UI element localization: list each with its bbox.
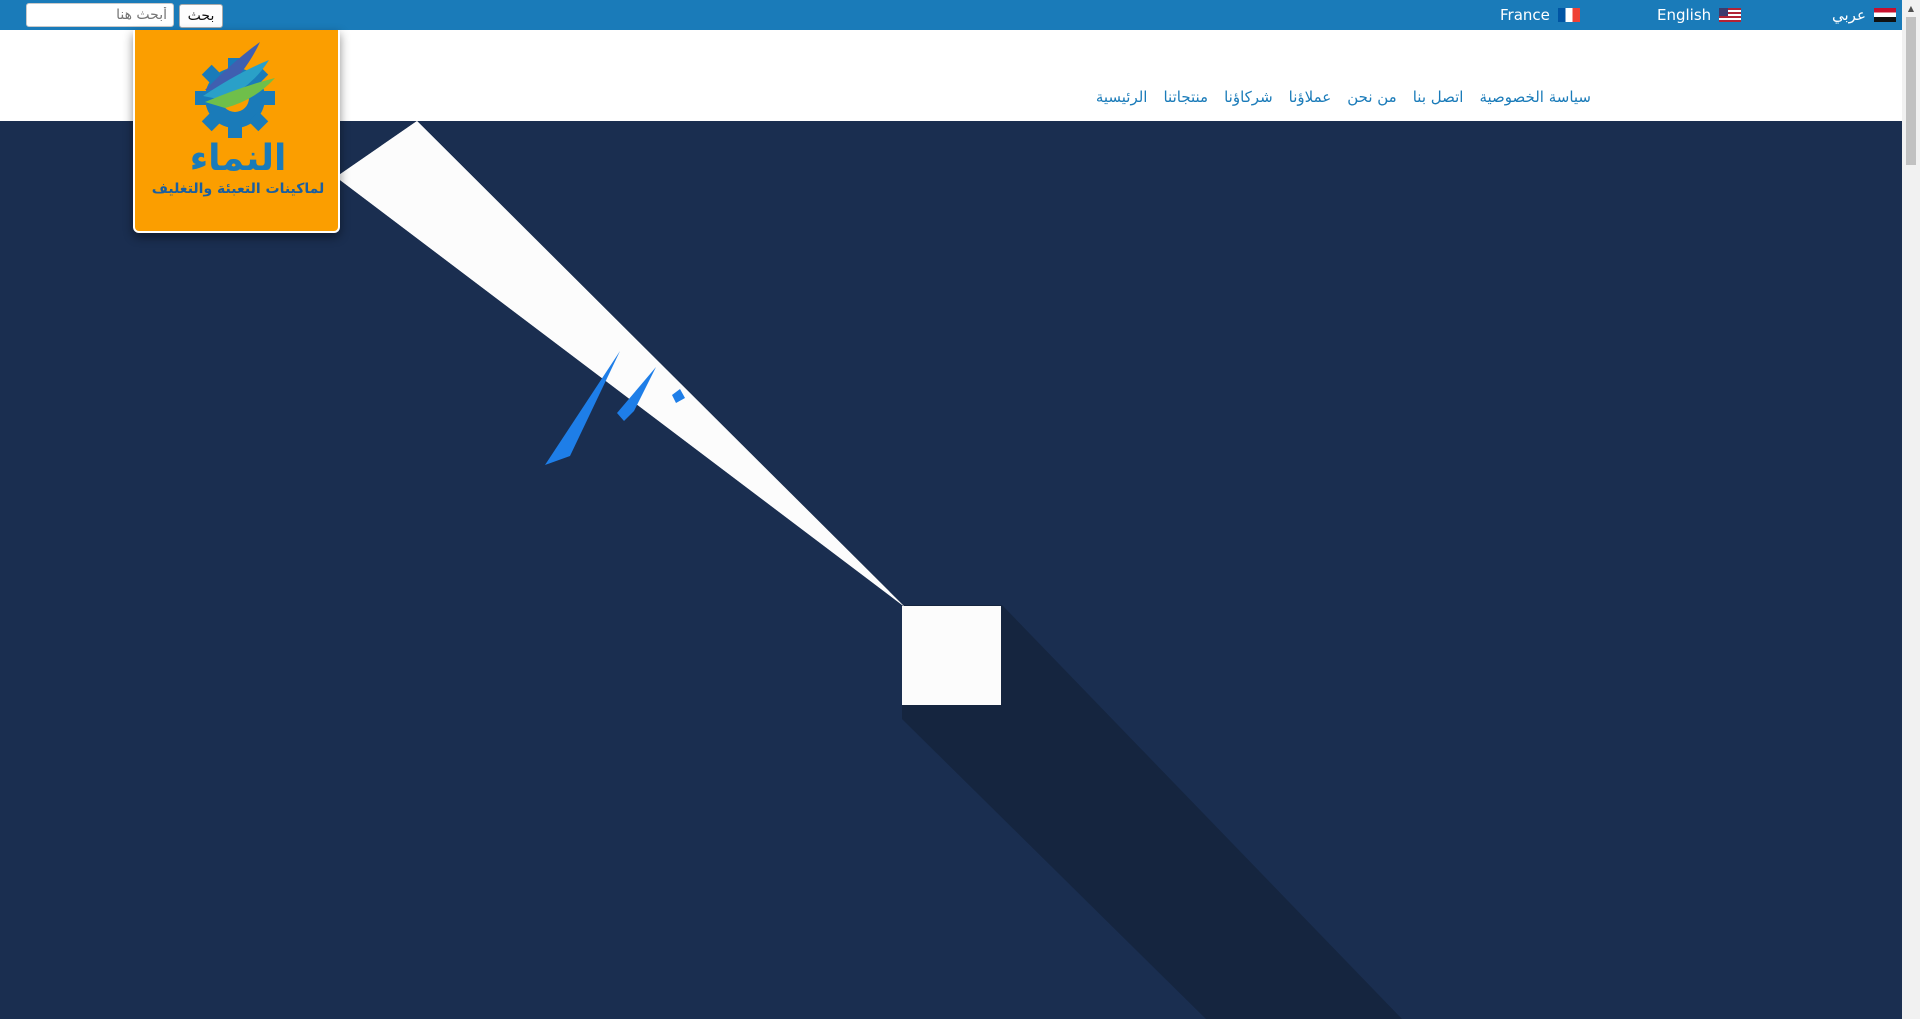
hero-square	[902, 606, 1001, 705]
main-nav: الرئيسية منتجاتنا شركاؤنا عملاؤنا من نحن…	[1096, 88, 1591, 106]
nav-item-about[interactable]: من نحن	[1347, 88, 1397, 106]
nav-item-contact[interactable]: اتصل بنا	[1413, 88, 1464, 106]
logo-gear-icon: النماء لماكينات التعبئة والتغليف	[152, 42, 325, 197]
lang-arabic-link[interactable]: عربي	[1832, 4, 1896, 26]
lang-arabic-label: عربي	[1832, 6, 1866, 24]
logo[interactable]: النماء لماكينات التعبئة والتغليف	[133, 30, 340, 233]
nav-item-products[interactable]: منتجاتنا	[1163, 88, 1208, 106]
nav-item-privacy[interactable]: سياسة الخصوصية	[1479, 88, 1591, 106]
us-flag-icon	[1719, 8, 1742, 22]
lang-france-link[interactable]: France	[1500, 4, 1580, 26]
search-button[interactable]: بحث	[179, 4, 223, 28]
france-flag-icon	[1557, 8, 1580, 22]
scrollbar-thumb[interactable]	[1906, 17, 1916, 165]
lang-english-link[interactable]: English	[1657, 4, 1742, 26]
logo-tagline: لماكينات التعبئة والتغليف	[152, 181, 325, 197]
logo-name: النماء	[190, 138, 287, 179]
hero-banner	[0, 121, 1902, 1019]
nav-item-partners[interactable]: شركاؤنا	[1224, 88, 1273, 106]
egypt-flag-icon	[1873, 8, 1896, 22]
top-bar: بحث France English عربي	[0, 0, 1902, 30]
scroll-up-arrow-icon[interactable]: ▲	[1902, 0, 1920, 17]
lang-france-label: France	[1500, 6, 1550, 24]
nav-item-clients[interactable]: عملاؤنا	[1289, 88, 1332, 106]
nav-item-home[interactable]: الرئيسية	[1096, 88, 1148, 106]
page-scrollbar[interactable]: ▲	[1902, 0, 1920, 1019]
lang-english-label: English	[1657, 6, 1712, 24]
search-input[interactable]	[26, 3, 174, 27]
